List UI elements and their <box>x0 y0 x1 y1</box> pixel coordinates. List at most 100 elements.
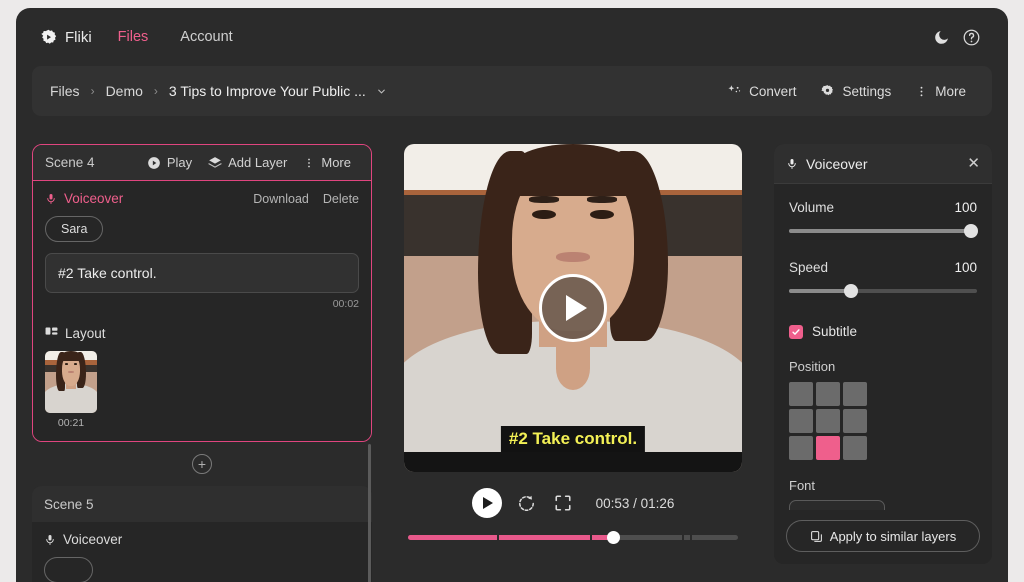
volume-slider-fill <box>789 229 977 233</box>
layout-grid-icon <box>45 327 58 340</box>
voiceover-label: Voiceover <box>64 191 124 206</box>
brand-logo[interactable]: Fliki <box>30 23 102 52</box>
scene-title: Scene 4 <box>45 155 95 170</box>
apply-button-label: Apply to similar layers <box>829 528 957 544</box>
speed-label: Speed <box>789 260 829 275</box>
settings-label: Settings <box>842 83 892 99</box>
dots-vertical-icon <box>915 84 928 99</box>
nav-item-account[interactable]: Account <box>164 23 248 51</box>
nav-item-files[interactable]: Files <box>102 23 165 51</box>
scene-header: Scene 4 Play Add Layer More <box>33 145 371 181</box>
voice-name-chip[interactable]: Sara <box>45 216 104 242</box>
scene-list: Scene 4 Play Add Layer More Voiceover Do… <box>32 144 372 582</box>
font-label: Font <box>789 478 816 493</box>
play-triangle-icon <box>483 497 494 509</box>
breadcrumb-item-project[interactable]: 3 Tips to Improve Your Public ... <box>169 83 366 99</box>
convert-label: Convert <box>749 83 797 99</box>
chevron-down-icon[interactable] <box>376 86 387 97</box>
sidebar-scrollbar[interactable] <box>368 444 371 582</box>
voice-name-chip[interactable] <box>44 557 94 582</box>
subtitle-checkbox-row[interactable]: Subtitle <box>789 324 977 339</box>
inspector-body: Volume 100 Speed 100 Subtitle Position F… <box>774 184 992 532</box>
voiceover-layer-header: Voiceover Download Delete <box>45 191 359 206</box>
voiceover-layer-title: Voiceover <box>45 191 123 206</box>
voiceover-duration: 00:02 <box>332 298 359 310</box>
convert-button[interactable]: Convert <box>715 78 808 105</box>
help-circle-icon[interactable] <box>956 22 986 52</box>
scene-play-button[interactable]: Play <box>139 151 200 174</box>
position-grid <box>789 382 977 460</box>
position-cell-middle-right[interactable] <box>843 409 867 433</box>
seek-bar[interactable] <box>408 531 738 544</box>
seek-scene-marker <box>690 535 693 540</box>
volume-slider[interactable] <box>789 224 978 238</box>
position-cell-bottom-center[interactable] <box>816 436 840 460</box>
speed-slider[interactable] <box>789 284 977 298</box>
breadcrumb-item-demo[interactable]: Demo <box>106 83 143 99</box>
settings-button[interactable]: Settings <box>808 78 903 105</box>
add-layer-button[interactable]: Add Layer <box>200 151 295 174</box>
position-cell-top-right[interactable] <box>843 382 867 406</box>
video-player-area: #2 Take control. 00:53 / 01:26 <box>372 144 774 582</box>
scene-more-label: More <box>321 155 351 170</box>
seek-handle[interactable] <box>606 531 620 544</box>
volume-slider-handle[interactable] <box>964 224 978 238</box>
inspector-title: Voiceover <box>786 156 867 172</box>
position-cell-top-center[interactable] <box>816 382 840 406</box>
position-cell-middle-center[interactable] <box>816 409 840 433</box>
breadcrumb-item-files[interactable]: Files <box>50 83 80 99</box>
speed-slider-handle[interactable] <box>844 284 859 298</box>
seek-scene-marker <box>589 535 592 540</box>
scene-header: Scene 5 <box>32 486 372 522</box>
gear-icon <box>820 84 835 99</box>
scene-card-5[interactable]: Scene 5 Voiceover <box>32 486 372 582</box>
fullscreen-button[interactable] <box>552 492 574 514</box>
play-button[interactable] <box>471 488 502 518</box>
dots-vertical-icon <box>303 156 315 170</box>
layout-layer-header: Layout <box>45 326 359 341</box>
voiceover-text-input[interactable]: #2 Take control. <box>45 253 359 293</box>
apply-to-similar-layers-button[interactable]: Apply to similar layers <box>786 520 980 552</box>
scene-more-button[interactable]: More <box>295 151 359 174</box>
layers-icon <box>208 156 223 170</box>
close-icon[interactable]: ✕ <box>967 156 980 171</box>
fliki-logo-icon <box>40 29 57 46</box>
restart-button[interactable] <box>516 492 538 514</box>
scene-body: Voiceover <box>32 522 372 582</box>
inspector-header: Voiceover ✕ <box>774 144 992 184</box>
volume-value: 100 <box>954 200 977 215</box>
scene-card-4[interactable]: Scene 4 Play Add Layer More Voiceover Do… <box>32 144 372 442</box>
download-link[interactable]: Download <box>253 192 309 206</box>
layout-thumbnail-duration: 00:21 <box>57 417 85 429</box>
position-cell-bottom-left[interactable] <box>789 436 813 460</box>
brand-label: Fliki <box>65 28 92 46</box>
sparkle-icon <box>727 84 742 99</box>
seek-scene-marker <box>497 535 500 540</box>
breadcrumb-bar: Files › Demo › 3 Tips to Improve Your Pu… <box>32 66 992 116</box>
volume-label: Volume <box>789 200 835 215</box>
position-cell-top-left[interactable] <box>789 382 813 406</box>
plus-circle-icon[interactable]: + <box>192 454 212 474</box>
subtitle-checkbox[interactable] <box>789 324 803 339</box>
voiceover-layer-title: Voiceover <box>44 532 122 547</box>
video-preview[interactable]: #2 Take control. <box>404 144 742 472</box>
more-label: More <box>935 83 966 99</box>
video-play-overlay-button[interactable] <box>539 274 607 342</box>
moon-icon[interactable] <box>926 22 956 52</box>
check-icon <box>792 328 800 335</box>
speed-slider-fill <box>789 289 852 293</box>
delete-link[interactable]: Delete <box>323 192 359 206</box>
microphone-icon <box>45 192 57 206</box>
top-navbar: Fliki Files Account <box>16 8 1008 66</box>
inspector-footer: Apply to similar layers <box>774 510 992 564</box>
voiceover-label: Voiceover <box>63 532 123 547</box>
video-subtitle-overlay: #2 Take control. <box>500 426 646 452</box>
player-controls: 00:53 / 01:26 <box>471 488 674 518</box>
more-button[interactable]: More <box>903 78 978 105</box>
microphone-icon <box>44 533 56 547</box>
position-cell-middle-left[interactable] <box>789 409 813 433</box>
layout-thumbnail[interactable] <box>45 351 97 413</box>
seek-progress-fill <box>408 535 613 540</box>
position-cell-bottom-right[interactable] <box>843 436 867 460</box>
breadcrumb-separator: › <box>90 84 95 98</box>
